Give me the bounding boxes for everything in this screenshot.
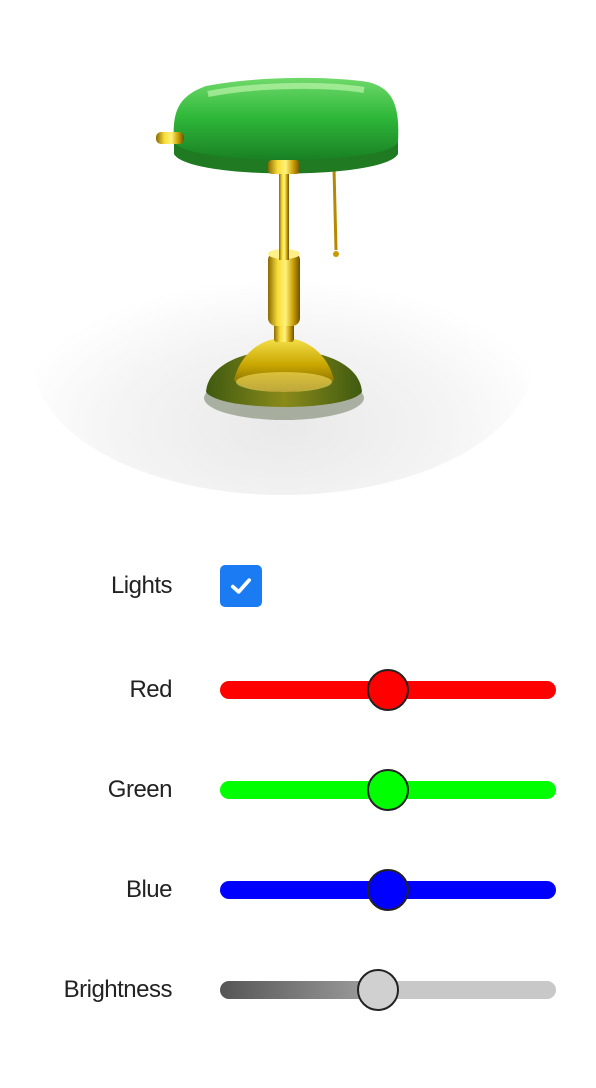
brightness-slider[interactable]	[220, 968, 556, 1012]
blue-label: Blue	[125, 876, 173, 903]
green-slider[interactable]	[220, 768, 556, 812]
lights-label: Lights	[110, 572, 173, 599]
red-slider-thumb[interactable]	[367, 669, 409, 711]
blue-slider[interactable]	[220, 868, 556, 912]
lamp-control-panel: Lights Red Green Blue Brightness	[0, 0, 596, 1088]
green-row: Green	[0, 760, 596, 820]
brightness-label: Brightness	[63, 976, 173, 1003]
red-slider[interactable]	[220, 668, 556, 712]
green-label: Green	[107, 776, 173, 803]
red-row: Red	[0, 660, 596, 720]
blue-row: Blue	[0, 860, 596, 920]
lights-row: Lights	[0, 556, 596, 616]
blue-slider-thumb[interactable]	[367, 869, 409, 911]
checkmark-icon	[230, 578, 252, 594]
green-slider-thumb[interactable]	[367, 769, 409, 811]
bankers-lamp-icon	[33, 77, 533, 495]
red-label: Red	[129, 676, 172, 703]
brightness-slider-thumb[interactable]	[356, 969, 399, 1011]
brightness-row: Brightness	[0, 960, 596, 1020]
lamp-image	[28, 20, 538, 498]
lights-checkbox[interactable]	[220, 565, 262, 607]
